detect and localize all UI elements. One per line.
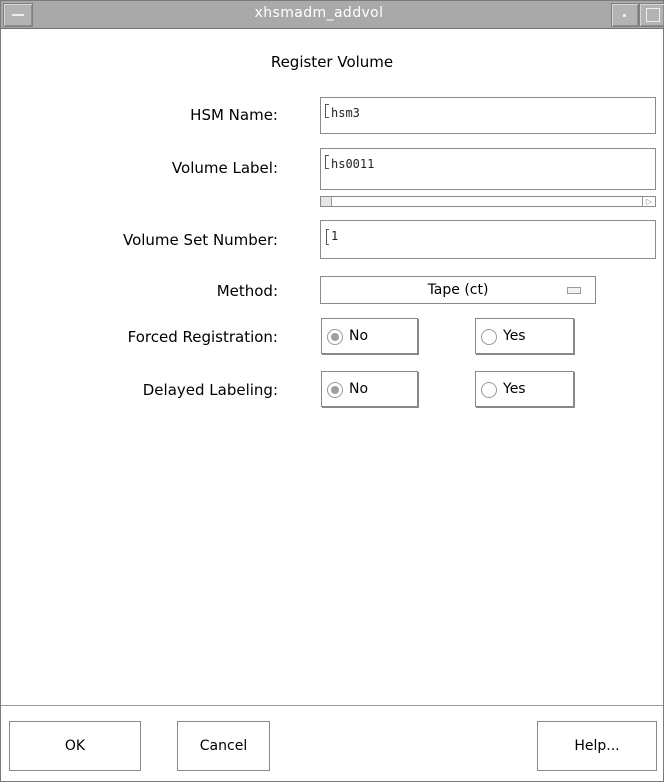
forced-registration-no-radio[interactable]: No (321, 318, 418, 354)
button-area-separator (1, 705, 663, 706)
cancel-button[interactable]: Cancel (177, 721, 270, 771)
volume-label-label: Volume Label: (171, 159, 278, 177)
hsm-name-value: hsm3 (331, 106, 360, 120)
text-cursor-icon (325, 104, 329, 118)
volume-set-number-label: Volume Set Number: (122, 231, 278, 249)
volume-set-number-value: 1 (331, 229, 339, 243)
text-cursor-icon (326, 229, 329, 245)
maximize-button[interactable] (639, 3, 664, 27)
help-button[interactable]: Help... (537, 721, 657, 771)
minimize-button[interactable] (611, 3, 639, 27)
forced-registration-label: Forced Registration: (127, 328, 278, 346)
radio-selected-icon (327, 329, 343, 345)
text-cursor-icon (325, 155, 329, 169)
window-title: xhsmadm_addvol (254, 5, 384, 21)
dialog-heading: Register Volume (270, 53, 394, 71)
method-value: Tape (ct) (427, 282, 489, 298)
forced-registration-no-label: No (349, 328, 369, 344)
delayed-labeling-yes-label: Yes (503, 381, 526, 397)
delayed-labeling-no-radio[interactable]: No (321, 371, 418, 407)
radio-unselected-icon (481, 329, 497, 345)
delayed-labeling-yes-radio[interactable]: Yes (475, 371, 574, 407)
forced-registration-yes-label: Yes (503, 328, 526, 344)
dialog-window: xhsmadm_addvol Register Volume HSM Name:… (0, 0, 664, 782)
volume-label-value: hs0011 (331, 157, 375, 171)
forced-registration-yes-radio[interactable]: Yes (475, 318, 574, 354)
radio-selected-icon (327, 382, 343, 398)
volume-label-field[interactable]: hs0011 (320, 148, 656, 190)
option-menu-icon (567, 287, 581, 294)
delayed-labeling-no-label: No (349, 381, 369, 397)
volume-label-scrollbar[interactable]: ◁ ▷ (320, 196, 656, 207)
method-select[interactable]: Tape (ct) (320, 276, 596, 304)
minimize-icon (623, 14, 626, 17)
window-menu-button[interactable] (3, 3, 33, 27)
method-label: Method: (216, 282, 278, 300)
scrollbar-thumb[interactable] (321, 197, 332, 206)
window-menu-icon (12, 14, 24, 16)
hsm-name-field[interactable]: hsm3 (320, 97, 656, 134)
volume-set-number-field[interactable]: 1 (320, 220, 656, 259)
scroll-right-icon[interactable]: ▷ (642, 197, 655, 206)
radio-unselected-icon (481, 382, 497, 398)
ok-button[interactable]: OK (9, 721, 141, 771)
title-bar[interactable]: xhsmadm_addvol (1, 1, 664, 29)
hsm-name-label: HSM Name: (190, 106, 278, 124)
maximize-icon (646, 8, 660, 22)
delayed-labeling-label: Delayed Labeling: (142, 381, 278, 399)
